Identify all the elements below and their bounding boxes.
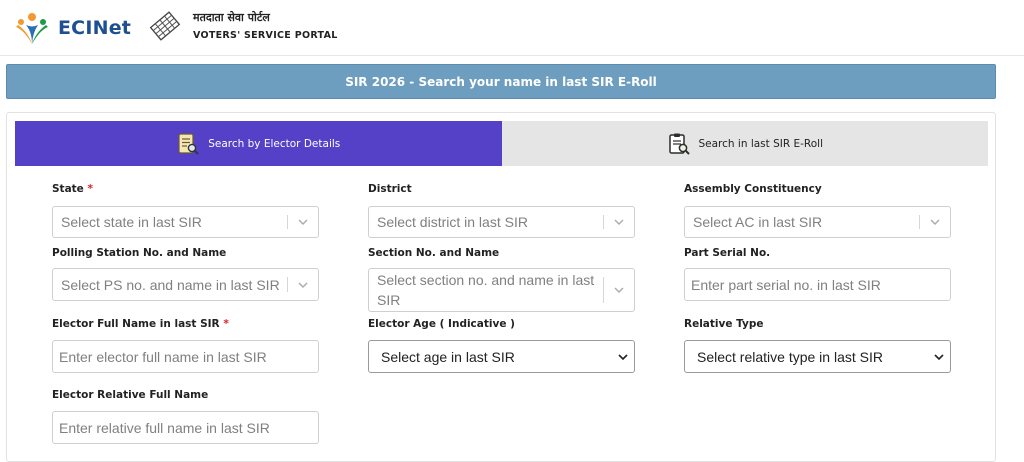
district-select[interactable]: Select district in last SIR — [368, 206, 635, 238]
required-mark: * — [87, 183, 93, 195]
relative-type-field: Relative Type Select relative type in la… — [684, 318, 951, 373]
district-field: District Select district in last SIR — [368, 183, 635, 238]
relative-type-label: Relative Type — [684, 318, 764, 330]
chevron-down-icon — [288, 281, 318, 289]
elector-name-field: Elector Full Name in last SIR * Enter el… — [52, 318, 319, 373]
assembly-field: Assembly Constituency Select AC in last … — [684, 183, 951, 238]
assembly-label: Assembly Constituency — [684, 183, 822, 195]
ecinet-emblem-icon — [16, 13, 48, 44]
state-field: State * Select state in last SIR — [52, 183, 319, 238]
elector-age-field: Elector Age ( Indicative ) Select age in… — [368, 318, 635, 373]
banner-title: SIR 2026 - Search your name in last SIR … — [345, 74, 657, 89]
chevron-down-icon — [928, 353, 950, 361]
district-label: District — [368, 183, 412, 195]
section-label: Section No. and Name — [368, 247, 500, 259]
chevron-down-icon — [288, 218, 318, 226]
elector-name-label: Elector Full Name in last SIR * — [52, 318, 229, 330]
chevron-down-icon — [604, 218, 634, 226]
required-mark: * — [223, 318, 229, 330]
tab-label: Search by Elector Details — [208, 137, 341, 150]
tab-search-in-last-sir-eroll[interactable]: Search in last SIR E-Roll — [501, 121, 988, 166]
tab-label: Search in last SIR E-Roll — [698, 137, 824, 150]
elector-name-input[interactable]: Enter elector full name in last SIR — [52, 340, 319, 373]
tab-search-by-elector-details[interactable]: Search by Elector Details — [15, 121, 502, 166]
top-header: ECINet मतदाता सेवा पोर्टल VOTERS' SERVIC… — [0, 0, 1024, 56]
search-card: Search by Elector Details Search in last… — [6, 112, 996, 462]
ecinet-logo[interactable]: ECINet — [12, 8, 131, 48]
relative-name-field: Elector Relative Full Name Enter relativ… — [52, 389, 319, 444]
polling-station-field: Polling Station No. and Name Select PS n… — [52, 247, 319, 301]
portal-title-hindi: मतदाता सेवा पोर्टल — [193, 11, 270, 24]
polling-station-select[interactable]: Select PS no. and name in last SIR — [52, 268, 319, 301]
elector-age-select[interactable]: Select age in last SIR — [368, 340, 635, 373]
state-label: State * — [52, 183, 93, 195]
relative-name-input[interactable]: Enter relative full name in last SIR — [52, 411, 319, 444]
eci-ballot-icon — [149, 11, 181, 41]
part-serial-label: Part Serial No. — [684, 247, 771, 259]
clipboard-search-icon — [667, 132, 691, 156]
assembly-select[interactable]: Select AC in last SIR — [684, 206, 951, 238]
state-select[interactable]: Select state in last SIR — [52, 206, 319, 238]
section-select[interactable]: Select section no. and name in last SIR — [368, 268, 635, 312]
portal-title-english: VOTERS' SERVICE PORTAL — [193, 30, 338, 41]
document-search-icon — [176, 132, 200, 156]
relative-type-select[interactable]: Select relative type in last SIR — [684, 340, 951, 373]
polling-station-label: Polling Station No. and Name — [52, 247, 227, 259]
logo-text: ECINet — [58, 17, 132, 39]
chevron-down-icon — [604, 286, 634, 294]
page-banner: SIR 2026 - Search your name in last SIR … — [6, 64, 996, 99]
portal-title: मतदाता सेवा पोर्टल VOTERS' SERVICE PORTA… — [193, 10, 338, 41]
search-tabs: Search by Elector Details Search in last… — [15, 121, 988, 166]
section-field: Section No. and Name Select section no. … — [368, 247, 635, 312]
part-serial-input[interactable]: Enter part serial no. in last SIR — [684, 268, 951, 301]
relative-name-label: Elector Relative Full Name — [52, 389, 209, 401]
chevron-down-icon — [920, 218, 950, 226]
part-serial-field: Part Serial No. Enter part serial no. in… — [684, 247, 951, 301]
chevron-down-icon — [612, 353, 634, 361]
elector-age-label: Elector Age ( Indicative ) — [368, 318, 515, 330]
